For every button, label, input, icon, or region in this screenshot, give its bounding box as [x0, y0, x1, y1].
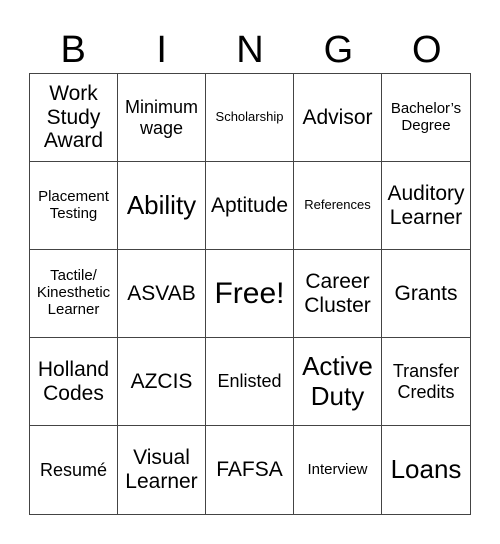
bingo-cell[interactable]: Ability — [118, 162, 206, 250]
bingo-cell[interactable]: Aptitude — [206, 162, 294, 250]
bingo-cell[interactable]: ASVAB — [118, 250, 206, 338]
bingo-cell[interactable]: Resumé — [30, 426, 118, 514]
bingo-cell[interactable]: Loans — [382, 426, 470, 514]
bingo-cell[interactable]: Placement Testing — [30, 162, 118, 250]
bingo-cell[interactable]: Interview — [294, 426, 382, 514]
bingo-cell[interactable]: Active Duty — [294, 338, 382, 426]
bingo-cell[interactable]: Tactile/ Kinesthetic Learner — [30, 250, 118, 338]
header-letter-b: B — [60, 29, 86, 71]
bingo-cell[interactable]: Enlisted — [206, 338, 294, 426]
bingo-cell[interactable]: Bachelor’s Degree — [382, 74, 470, 162]
bingo-cell[interactable]: Visual Learner — [118, 426, 206, 514]
bingo-grid: Work Study Award Minimum wage Scholarshi… — [29, 73, 471, 515]
bingo-cell[interactable]: FAFSA — [206, 426, 294, 514]
bingo-cell[interactable]: Grants — [382, 250, 470, 338]
bingo-cell[interactable]: Transfer Credits — [382, 338, 470, 426]
bingo-cell[interactable]: Advisor — [294, 74, 382, 162]
header-letter-o: O — [412, 29, 442, 71]
bingo-cell[interactable]: Minimum wage — [118, 74, 206, 162]
bingo-header: B I N G O — [29, 27, 471, 73]
bingo-cell[interactable]: Holland Codes — [30, 338, 118, 426]
bingo-cell[interactable]: Career Cluster — [294, 250, 382, 338]
bingo-cell[interactable]: References — [294, 162, 382, 250]
bingo-cell[interactable]: Scholarship — [206, 74, 294, 162]
header-letter-n: N — [236, 29, 264, 71]
header-letter-i: I — [156, 29, 167, 71]
bingo-cell[interactable]: AZCIS — [118, 338, 206, 426]
header-letter-g: G — [323, 29, 354, 71]
bingo-cell[interactable]: Auditory Learner — [382, 162, 470, 250]
bingo-cell[interactable]: Work Study Award — [30, 74, 118, 162]
free-space[interactable]: Free! — [206, 250, 294, 338]
